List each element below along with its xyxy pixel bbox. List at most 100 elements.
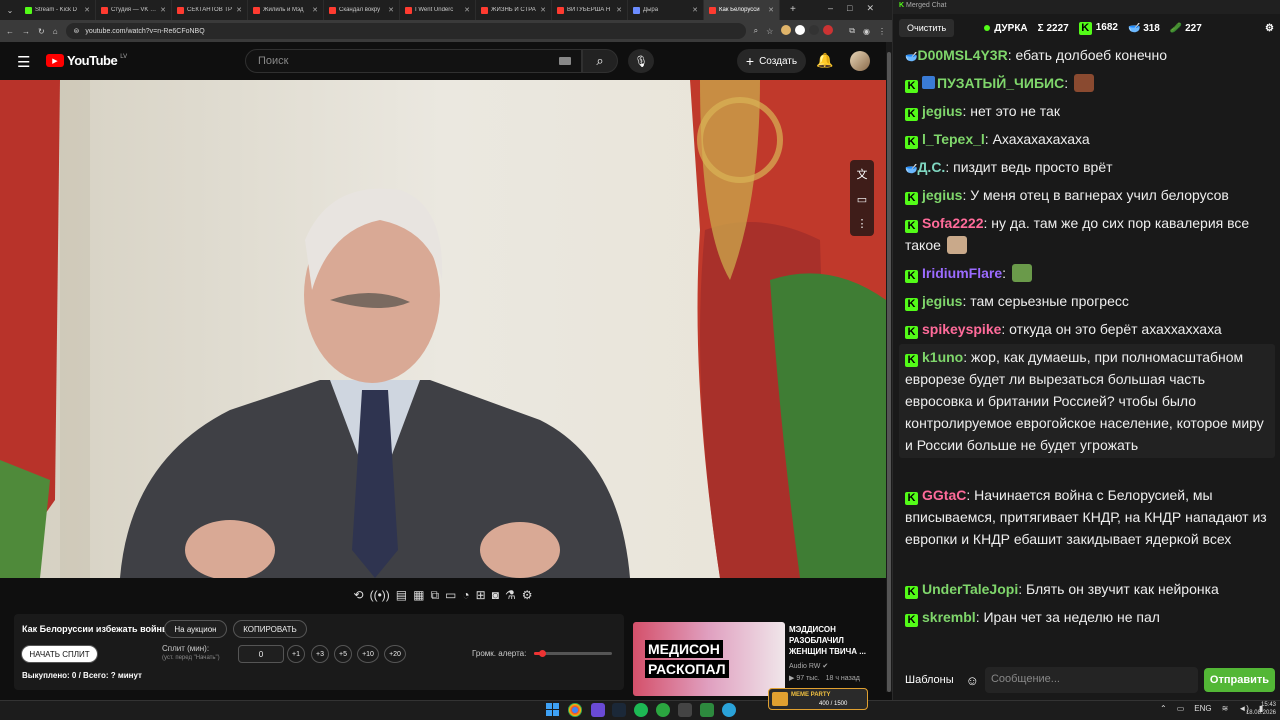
chat-username[interactable]: ПУЗАТЫЙ_ЧИБИС [937,75,1064,91]
pip-icon[interactable]: ⧉ [430,588,439,603]
clock[interactable]: 15:43 18.08.2026 [1240,701,1276,717]
speed-icon[interactable]: ◔ [462,588,469,602]
site-info-icon[interactable]: ⊜ [74,27,80,35]
browser-tab[interactable]: Дыра ✕ [628,0,704,20]
youtube-logo[interactable]: ▶ YouTube LV [46,53,127,68]
increment-button[interactable]: +5 [334,645,352,663]
more-icon[interactable]: ⋮ [857,217,868,230]
emoji-icon[interactable]: ☺ [966,673,979,688]
subtitles-icon[interactable]: ▭ [857,193,867,206]
windows-start-icon[interactable] [546,703,559,716]
chat-username[interactable]: IridiumFlare [922,265,1002,281]
steam-icon[interactable] [612,703,626,717]
tab-close-icon[interactable]: ✕ [160,6,166,14]
copy-button[interactable]: КОПИРОВАТЬ [233,620,307,638]
minimize-icon[interactable]: – [828,3,833,14]
tab-close-icon[interactable]: ✕ [692,6,698,14]
bookmark-star-icon[interactable]: ☆ [766,27,773,36]
tab-close-icon[interactable]: ✕ [84,6,90,14]
video-player[interactable]: 文 ▭ ⋮ [0,80,886,578]
scrollbar-thumb[interactable] [887,52,891,692]
clear-chat-button[interactable]: Очистить [899,19,955,37]
close-icon[interactable]: ✕ [866,3,874,14]
increment-button[interactable]: +3 [311,645,329,663]
tab-list-menu[interactable]: ⌄ [0,0,20,20]
add-box-icon[interactable]: ⊞ [476,588,486,602]
tab-close-icon[interactable]: ✕ [540,6,546,14]
browser-tab[interactable]: СЕКТАНТОВ ТР ✕ [172,0,248,20]
auction-button[interactable]: На аукцион [164,620,227,638]
discord-icon[interactable] [591,703,605,717]
language-indicator[interactable]: ENG [1194,704,1211,713]
flask-icon[interactable]: ⚗ [505,588,516,602]
tab-close-icon[interactable]: ✕ [312,6,318,14]
browser-tab[interactable]: Как Белорусси ✕ [704,0,780,20]
settings-gear-icon[interactable]: ⚙ [1265,23,1274,34]
tab-close-icon[interactable]: ✕ [464,6,470,14]
zoom-icon[interactable]: ⌕ [754,26,758,36]
tab-close-icon[interactable]: ✕ [616,6,622,14]
back-icon[interactable]: ← [6,27,14,36]
clapper-icon[interactable]: ▦ [413,588,424,602]
network-icon[interactable]: ▭ [1177,704,1185,713]
extension-icon[interactable] [795,25,806,35]
create-button[interactable]: + Создать [737,49,806,73]
translate-icon[interactable]: 文 [857,166,868,182]
increment-button[interactable]: +20 [384,645,406,663]
app-icon[interactable] [700,703,714,717]
forward-icon[interactable]: → [22,27,30,36]
hamburger-icon[interactable]: ☰ [17,53,30,71]
chat-username[interactable]: D00MSL4Y3R [917,47,1007,63]
browser-tab[interactable]: ЖИЗНЬ И СТРА ✕ [476,0,552,20]
browser-tab[interactable]: Жилиль и Мэд ✕ [248,0,324,20]
chevron-up-icon[interactable]: ⌃ [1160,704,1167,713]
chat-username[interactable]: l_Tepex_l [922,131,985,147]
chrome-icon[interactable] [568,703,582,717]
search-button[interactable]: ⌕ [582,49,618,73]
chat-username[interactable]: jegius [922,103,962,119]
chat-message-input[interactable]: Сообщение... [984,667,1198,693]
increment-button[interactable]: +10 [357,645,379,663]
browser-tab[interactable]: I Went Underc ✕ [400,0,476,20]
keyboard-icon[interactable] [559,57,571,65]
recommended-video[interactable]: МЕДИСОН РАСКОПАЛ МЭДДИСОН РАЗОБЛАЧИЛ ЖЕН… [633,622,883,696]
browser-tab[interactable]: ВИТУБЕРША Н ✕ [552,0,628,20]
extension-icon[interactable] [823,25,834,35]
chat-username[interactable]: Sofa2222 [922,215,983,231]
camera-icon[interactable]: ◙ [492,588,499,602]
puzzle-icon[interactable]: ⧉ [849,26,855,36]
browser-tab[interactable]: Stream - Kick D ✕ [20,0,96,20]
url-field[interactable]: ⊜ youtube.com/watch?v=n-Re6CFoNBQ [65,23,746,39]
loop-icon[interactable]: ⟲ [354,588,364,602]
split-minutes-input[interactable]: 0 [238,645,284,663]
tab-close-icon[interactable]: ✕ [768,6,774,14]
chat-username[interactable]: spikeyspike [922,321,1001,337]
maximize-icon[interactable]: □ [847,3,852,14]
extension-icon[interactable] [809,25,820,35]
extension-icon[interactable] [781,25,792,35]
bell-icon[interactable]: 🔔 [816,52,833,69]
home-icon[interactable]: ⌂ [53,27,58,36]
playlist-icon[interactable]: ▤ [396,588,407,602]
browser-tab[interactable]: Скандал вокру ✕ [324,0,400,20]
templates-button[interactable]: Шаблоны [899,668,960,692]
screen-icon[interactable]: ▭ [445,588,456,602]
send-button[interactable]: Отправить [1203,668,1275,692]
search-input[interactable]: Поиск [245,49,582,73]
increment-button[interactable]: +1 [287,645,305,663]
new-tab-button[interactable]: + [790,4,796,15]
chat-username[interactable]: k1uno [922,349,963,365]
chat-username[interactable]: GGtaC [922,487,966,503]
telegram-icon[interactable] [722,703,736,717]
alert-volume-slider[interactable] [534,650,612,657]
tab-close-icon[interactable]: ✕ [388,6,394,14]
browser-tab[interactable]: Студия — VK Ви ✕ [96,0,172,20]
whatsapp-icon[interactable] [656,703,670,717]
mic-button[interactable]: 🎙 [628,49,654,73]
chat-username[interactable]: jegius [922,187,962,203]
chat-username[interactable]: jegius [922,293,962,309]
obs-icon[interactable] [678,703,692,717]
broadcast-icon[interactable]: ((•)) [370,588,390,602]
reload-icon[interactable]: ↻ [38,27,45,36]
gear-icon[interactable]: ⚙ [522,588,533,602]
